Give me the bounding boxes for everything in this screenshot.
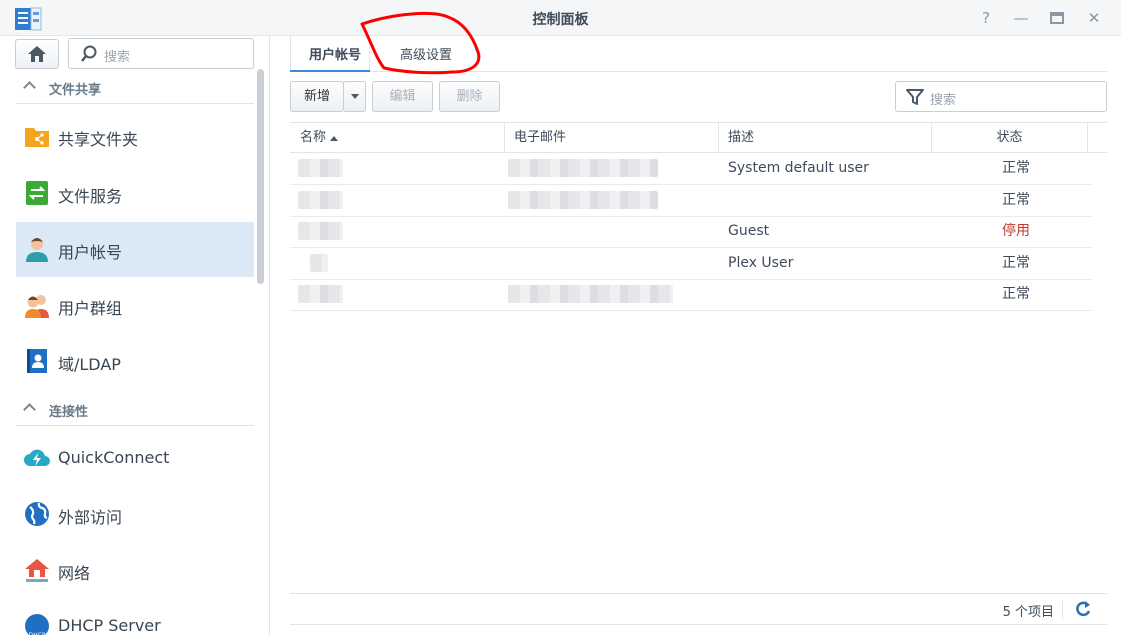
table-footer: 5 个项目 [290,593,1107,625]
sidebar-item-label: 文件服务 [58,187,123,206]
row-description: Plex User [728,255,794,271]
title-bar: 控制面板 ? — ✕ [0,0,1121,36]
shared-folder-icon [25,128,49,147]
sidebar-item-external-access[interactable]: 外部访问 [16,487,254,542]
item-count: 5 个项目 [1002,605,1054,620]
sidebar-item-label: 共享文件夹 [58,130,139,149]
refresh-icon[interactable] [1073,599,1093,619]
footer-divider [1062,601,1063,619]
sidebar-item-label: DHCP Server [58,616,161,635]
tab-bar: 用户帐号 高级设置 [290,36,1107,72]
filter-icon [906,89,924,105]
home-button[interactable] [15,39,59,69]
row-description: Guest [728,223,770,239]
column-label: 名称 [300,130,327,145]
sidebar-item-label: 网络 [58,564,91,583]
sidebar-item-domain-ldap[interactable]: 域/LDAP [16,334,254,389]
row-description: System default user [728,160,869,176]
sidebar-item-label: 域/LDAP [58,355,121,374]
file-services-icon [26,181,48,205]
section-file-sharing[interactable]: 文件共享 [16,72,254,104]
sidebar-item-label: QuickConnect [58,448,170,467]
sidebar-scrollbar[interactable] [257,69,264,284]
table-row[interactable]: 正常 [290,185,1092,217]
redacted-name [298,285,343,303]
row-status: 正常 [1002,255,1030,271]
column-header-status[interactable]: 状态 [932,123,1088,153]
column-label: 电子邮件 [514,130,567,145]
row-status: 停用 [1002,223,1030,239]
home-icon [28,46,46,62]
table-row[interactable]: Plex User 正常 [290,248,1092,280]
search-placeholder: 搜索 [930,93,957,108]
sidebar-item-file-services[interactable]: 文件服务 [16,166,254,221]
redacted-email [508,191,658,209]
sidebar: 搜索 文件共享 共享文件夹 文件服务 用户帐号 用户群组 域/LDAP 连接性 … [0,36,270,635]
redacted-name [298,222,343,240]
tab-advanced-settings[interactable]: 高级设置 [400,44,452,63]
sidebar-item-quickconnect[interactable]: QuickConnect [16,431,254,486]
sort-ascending-icon [330,136,339,141]
external-access-icon [25,502,49,526]
sidebar-item-shared-folder[interactable]: 共享文件夹 [16,109,254,164]
column-label: 状态 [996,130,1023,145]
column-header-email[interactable]: 电子邮件 [505,123,719,153]
section-label: 文件共享 [49,83,102,98]
table-search-input[interactable]: 搜索 [895,81,1107,112]
column-header-description[interactable]: 描述 [719,123,932,153]
table-row[interactable]: 正常 [290,279,1092,311]
sidebar-item-user-group[interactable]: 用户群组 [16,278,254,333]
maximize-icon[interactable] [1047,8,1067,28]
sidebar-item-label: 外部访问 [58,508,123,527]
table-header: 名称 电子邮件 描述 状态 [290,122,1107,153]
row-status: 正常 [1002,192,1030,208]
sidebar-item-label: 用户群组 [58,299,123,318]
sidebar-search-input[interactable]: 搜索 [68,38,254,69]
window-title: 控制面板 [532,12,589,28]
user-icon [26,238,48,262]
redacted-name [298,191,343,209]
section-label: 连接性 [49,405,89,420]
section-connectivity[interactable]: 连接性 [16,394,254,426]
column-label: 描述 [728,130,755,145]
sidebar-item-network[interactable]: 网络 [16,543,254,598]
column-header-name[interactable]: 名称 [290,123,505,153]
dhcp-icon: DHCP [25,614,49,635]
quickconnect-icon [24,449,50,466]
chevron-up-icon [23,403,36,416]
tab-user-account[interactable]: 用户帐号 [309,44,361,63]
row-status: 正常 [1002,160,1030,176]
table-row[interactable]: System default user 正常 [290,153,1092,185]
table-row[interactable]: Guest 停用 [290,216,1092,248]
network-icon [25,559,49,582]
active-tab-indicator [290,70,370,72]
sidebar-item-dhcp-server[interactable]: DHCP DHCP Server [16,599,254,635]
row-status: 正常 [1002,286,1030,302]
delete-button[interactable]: 删除 [439,81,500,112]
add-dropdown-button[interactable] [343,81,366,112]
search-placeholder: 搜索 [104,50,131,65]
sidebar-item-user-account[interactable]: 用户帐号 [16,222,254,277]
close-icon[interactable]: ✕ [1084,8,1104,28]
domain-ldap-icon [27,349,47,373]
group-icon [25,295,49,318]
search-icon [81,45,97,62]
chevron-up-icon [23,81,36,94]
redacted-name [310,254,328,272]
redacted-email [508,159,658,177]
edit-button[interactable]: 编辑 [372,81,433,112]
sidebar-item-label: 用户帐号 [58,243,123,262]
redacted-name [298,159,343,177]
add-button[interactable]: 新增 [290,81,344,112]
caret-down-icon [350,94,359,99]
redacted-email [508,285,673,303]
help-icon[interactable]: ? [976,8,996,28]
minimize-icon[interactable]: — [1011,8,1031,28]
